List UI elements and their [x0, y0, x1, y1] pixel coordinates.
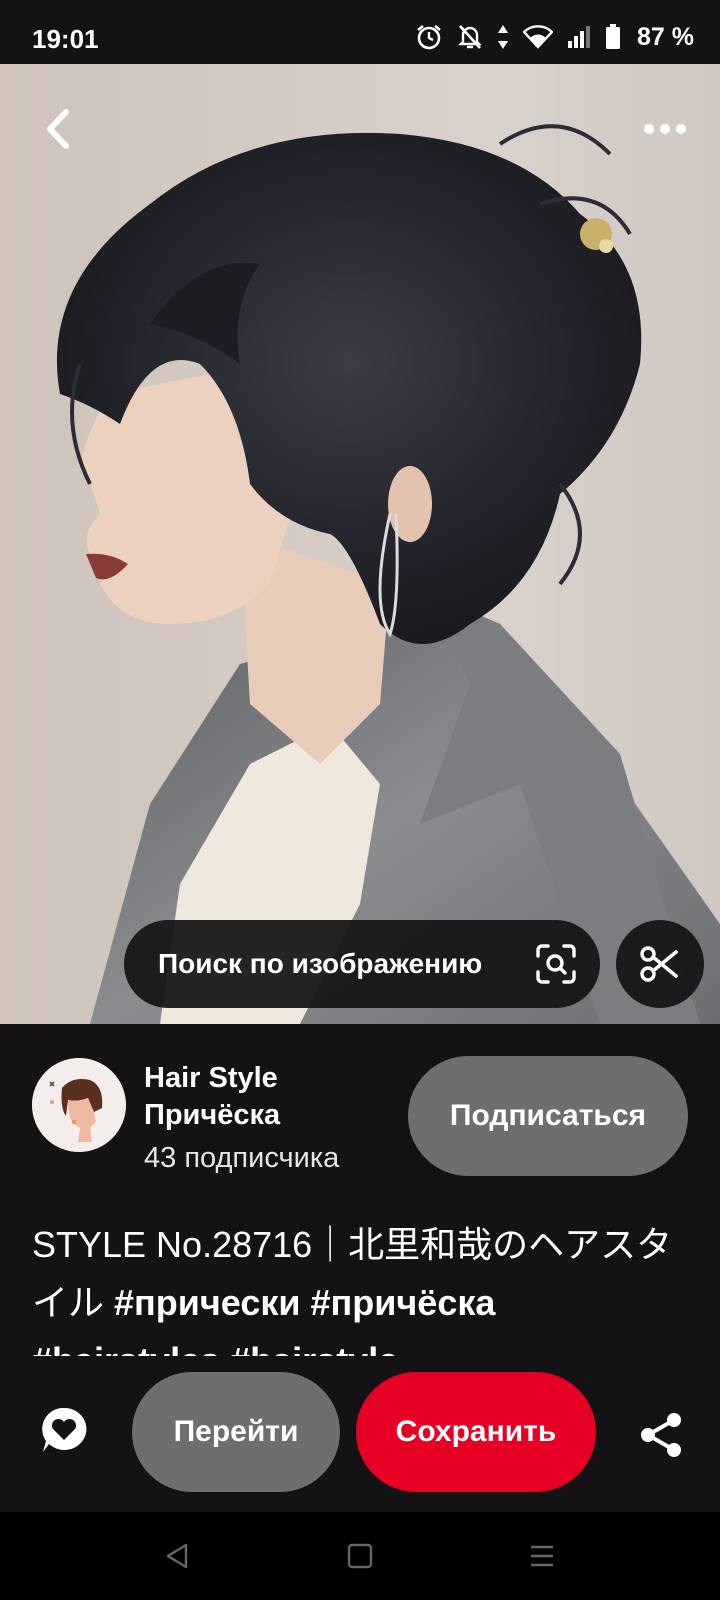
chevron-left-icon[interactable]: [34, 104, 84, 154]
nav-home-icon[interactable]: [346, 1542, 374, 1570]
pin-image[interactable]: Поиск по изображению: [0, 64, 720, 1024]
status-icons: 87 %: [415, 22, 694, 52]
scissors-icon: [640, 946, 678, 982]
creator-avatar[interactable]: [32, 1058, 126, 1152]
crop-button[interactable]: [616, 920, 704, 1008]
share-icon[interactable]: [636, 1410, 686, 1460]
visual-search-button[interactable]: Поиск по изображению: [124, 920, 600, 1008]
pin-description: STYLE No.28716｜北里和哉のヘアスタイル #прически #пр…: [32, 1216, 692, 1356]
battery-icon: [606, 24, 621, 49]
visit-button[interactable]: Перейти: [132, 1372, 340, 1492]
nav-recents-icon[interactable]: [528, 1542, 556, 1570]
avatar-illustration: [32, 1058, 126, 1152]
hairstyle-photo: [0, 64, 720, 1024]
signal-icon: [568, 26, 591, 48]
notifications-off-icon: [458, 25, 482, 49]
more-horizontal-icon[interactable]: [640, 104, 690, 154]
alarm-icon: [417, 24, 441, 50]
wifi-icon: [523, 25, 554, 49]
comment-heart-icon[interactable]: [38, 1404, 90, 1456]
visual-search-label: Поиск по изображению: [158, 948, 483, 979]
creator-name[interactable]: Hair Style Причёска: [144, 1060, 384, 1134]
nav-back-icon[interactable]: [164, 1542, 190, 1570]
lens-search-icon: [536, 944, 576, 984]
follow-button[interactable]: Подписаться: [408, 1056, 688, 1176]
status-bar: 19:01 87 %: [0, 0, 720, 64]
data-arrows-icon: [498, 25, 509, 49]
follower-count: 43 подписчика: [144, 1142, 340, 1174]
status-time: 19:01: [32, 24, 99, 54]
system-navigation-bar: [0, 1512, 720, 1600]
battery-percent: 87 %: [637, 22, 694, 51]
save-button[interactable]: Сохранить: [356, 1372, 596, 1492]
